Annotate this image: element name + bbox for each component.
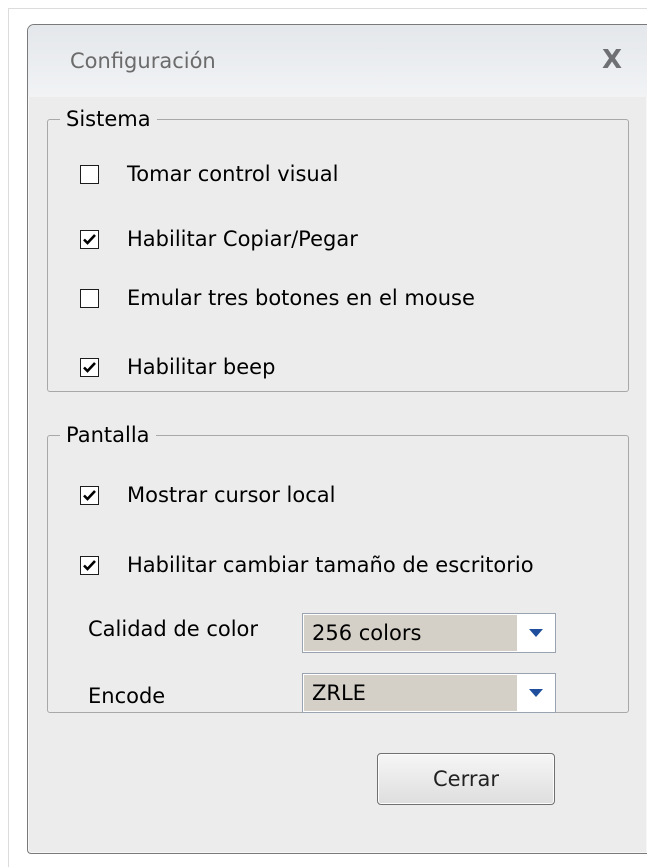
chevron-down-icon[interactable] xyxy=(519,615,553,651)
checkbox-row-emular-botones[interactable]: Emular tres botones en el mouse xyxy=(80,285,475,311)
checkbox-row-cambiar-tamano[interactable]: Habilitar cambiar tamaño de escritorio xyxy=(80,552,534,578)
color-quality-label: Calidad de color xyxy=(88,617,259,641)
checkbox-label: Habilitar cambiar tamaño de escritorio xyxy=(127,553,534,577)
checkbox-label: Mostrar cursor local xyxy=(127,483,336,507)
checkbox-label: Tomar control visual xyxy=(127,162,339,186)
checkbox-label: Habilitar beep xyxy=(127,355,276,379)
checkmark-icon xyxy=(83,361,96,373)
checkbox-row-cursor-local[interactable]: Mostrar cursor local xyxy=(80,482,335,508)
sistema-legend: Sistema xyxy=(66,107,151,131)
encode-value: ZRLE xyxy=(304,675,517,711)
checkbox-beep[interactable] xyxy=(80,357,99,377)
checkbox-emular-botones[interactable] xyxy=(80,288,99,308)
settings-dialog: Configuración X Sistema Tomar control vi… xyxy=(27,24,647,854)
title-bar: Configuración X xyxy=(28,25,647,97)
chevron-down-icon[interactable] xyxy=(519,675,553,711)
color-quality-select[interactable]: 256 colors xyxy=(302,613,556,653)
pantalla-legend: Pantalla xyxy=(66,423,150,447)
checkbox-cambiar-tamano[interactable] xyxy=(80,555,99,575)
checkmark-icon xyxy=(83,233,96,245)
checkbox-tomar-control[interactable] xyxy=(80,164,99,184)
encode-label: Encode xyxy=(88,684,166,708)
checkbox-copiar-pegar[interactable] xyxy=(80,229,99,249)
close-icon[interactable]: X xyxy=(597,45,627,75)
checkmark-icon xyxy=(83,489,96,501)
color-quality-value: 256 colors xyxy=(304,615,517,651)
checkmark-icon xyxy=(83,559,96,571)
checkbox-row-beep[interactable]: Habilitar beep xyxy=(80,354,275,380)
encode-select[interactable]: ZRLE xyxy=(302,673,556,713)
checkbox-row-tomar-control[interactable]: Tomar control visual xyxy=(80,161,338,187)
checkbox-cursor-local[interactable] xyxy=(80,485,99,505)
cerrar-button[interactable]: Cerrar xyxy=(377,753,555,805)
checkbox-label: Habilitar Copiar/Pegar xyxy=(127,227,358,251)
dialog-title: Configuración xyxy=(70,49,216,73)
checkbox-label: Emular tres botones en el mouse xyxy=(127,286,475,310)
checkbox-row-copiar-pegar[interactable]: Habilitar Copiar/Pegar xyxy=(80,226,358,252)
